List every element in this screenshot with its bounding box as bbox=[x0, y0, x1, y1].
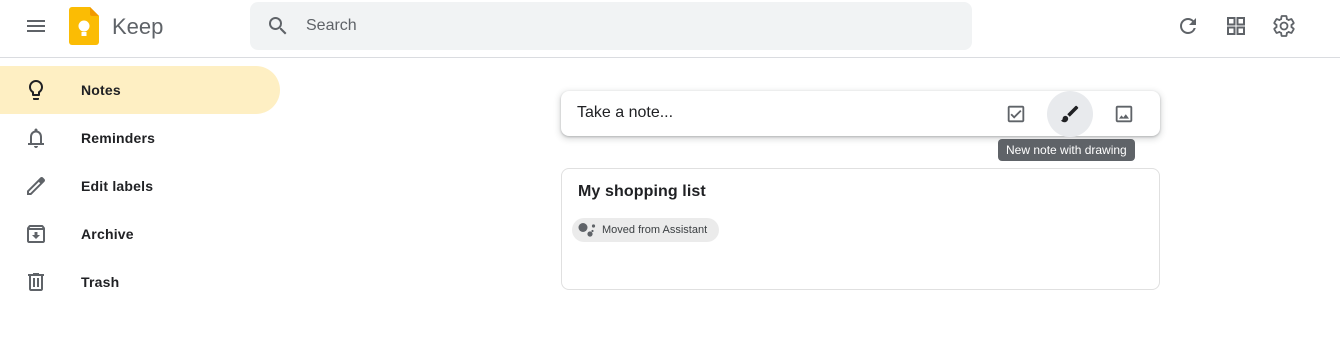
take-note-placeholder[interactable]: Take a note... bbox=[577, 104, 673, 122]
image-icon bbox=[1115, 105, 1133, 123]
sidebar-item-label: Archive bbox=[81, 226, 134, 242]
trash-icon bbox=[24, 270, 48, 294]
top-bar: Keep bbox=[0, 0, 1340, 58]
refresh-button[interactable] bbox=[1164, 2, 1212, 50]
sidebar-item-notes[interactable]: Notes bbox=[0, 66, 280, 114]
grid-view-button[interactable] bbox=[1212, 2, 1260, 50]
app-title[interactable]: Keep bbox=[112, 14, 163, 40]
assistant-icon bbox=[578, 223, 596, 237]
sidebar-item-label: Notes bbox=[81, 82, 121, 98]
grid-view-icon bbox=[1227, 17, 1245, 35]
sidebar-item-edit-labels[interactable]: Edit labels bbox=[0, 162, 280, 210]
sidebar-item-archive[interactable]: Archive bbox=[0, 210, 280, 258]
sidebar-item-label: Trash bbox=[81, 274, 120, 290]
label-chip[interactable]: Moved from Assistant bbox=[572, 218, 720, 242]
sidebar-item-label: Edit labels bbox=[81, 178, 154, 194]
settings-icon bbox=[1273, 15, 1295, 37]
sidebar-item-label: Reminders bbox=[81, 130, 156, 146]
lightbulb-icon bbox=[24, 78, 48, 102]
archive-icon bbox=[24, 222, 48, 246]
note-title[interactable]: My shopping list bbox=[578, 183, 706, 201]
tooltip: New note with drawing bbox=[998, 139, 1135, 161]
sidebar-item-reminders[interactable]: Reminders bbox=[0, 114, 280, 162]
search-input[interactable] bbox=[306, 2, 946, 50]
take-note-bar[interactable]: Take a note... bbox=[561, 91, 1160, 137]
new-list-button[interactable] bbox=[993, 91, 1039, 137]
keep-logo-icon bbox=[69, 7, 99, 45]
search-bar[interactable] bbox=[250, 2, 972, 50]
chip-label: Moved from Assistant bbox=[602, 224, 708, 236]
new-image-button[interactable] bbox=[1101, 91, 1147, 137]
settings-button[interactable] bbox=[1260, 2, 1308, 50]
main-menu-button[interactable] bbox=[12, 2, 60, 50]
brush-icon bbox=[1060, 105, 1079, 123]
sidebar-nav: Notes Reminders Edit labels Archive Tras… bbox=[0, 66, 280, 306]
refresh-icon bbox=[1180, 18, 1196, 34]
bell-icon bbox=[24, 126, 48, 150]
menu-icon bbox=[27, 20, 45, 32]
new-drawing-button[interactable] bbox=[1047, 91, 1093, 137]
note-card[interactable]: My shopping list Moved from Assistant bbox=[561, 168, 1160, 290]
pencil-icon bbox=[24, 174, 48, 198]
sidebar-item-trash[interactable]: Trash bbox=[0, 258, 280, 306]
search-icon[interactable] bbox=[258, 6, 298, 46]
checkbox-icon bbox=[1007, 105, 1025, 123]
keep-logo[interactable] bbox=[69, 7, 99, 45]
